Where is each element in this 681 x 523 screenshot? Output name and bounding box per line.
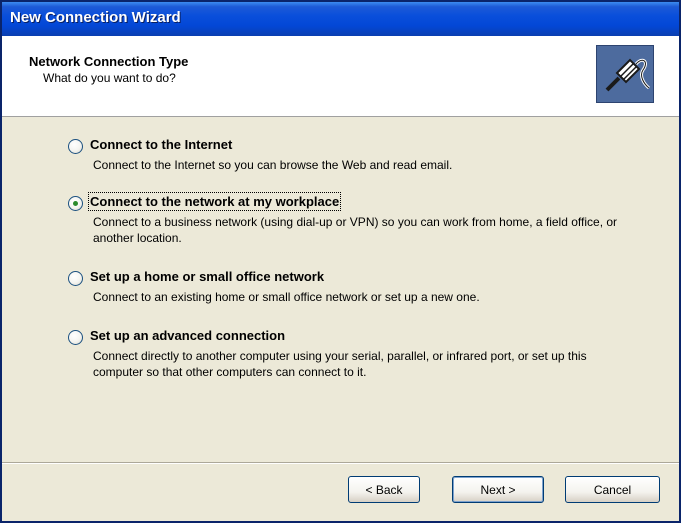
page-subtitle: What do you want to do?	[43, 71, 176, 85]
header-panel: Network Connection Type What do you want…	[2, 36, 679, 117]
option-internet-label[interactable]: Connect to the Internet	[90, 137, 232, 152]
option-home-network-label[interactable]: Set up a home or small office network	[90, 269, 324, 284]
option-workplace-label[interactable]: Connect to the network at my workplace	[87, 192, 342, 211]
cancel-button[interactable]: Cancel	[565, 476, 660, 503]
page-title: Network Connection Type	[29, 54, 189, 69]
footer-separator	[2, 462, 679, 464]
option-workplace-description: Connect to a business network (using dia…	[93, 215, 618, 245]
cancel-button-label: Cancel	[593, 482, 632, 497]
radio-workplace[interactable]	[68, 196, 83, 211]
option-internet-description: Connect to the Internet so you can brows…	[93, 158, 453, 172]
back-button-label: < Back	[365, 482, 403, 497]
title-bar[interactable]: New Connection Wizard	[2, 2, 679, 36]
radio-advanced[interactable]	[68, 330, 83, 345]
network-cable-icon	[596, 45, 654, 103]
back-button[interactable]: < Back	[348, 476, 420, 503]
wizard-window: New Connection Wizard Network Connection…	[0, 0, 681, 523]
connection-type-options: Connect to the Internet Connect to the I…	[2, 117, 679, 462]
option-home-network-description: Connect to an existing home or small off…	[93, 290, 480, 304]
radio-home-network[interactable]	[68, 271, 83, 286]
radio-selected-dot	[73, 201, 78, 206]
next-button-label: Next >	[480, 482, 516, 497]
option-advanced-description: Connect directly to another computer usi…	[93, 349, 587, 379]
next-button[interactable]: Next >	[452, 476, 544, 503]
radio-internet[interactable]	[68, 139, 83, 154]
option-advanced-label[interactable]: Set up an advanced connection	[90, 328, 285, 343]
window-title: New Connection Wizard	[10, 9, 181, 26]
